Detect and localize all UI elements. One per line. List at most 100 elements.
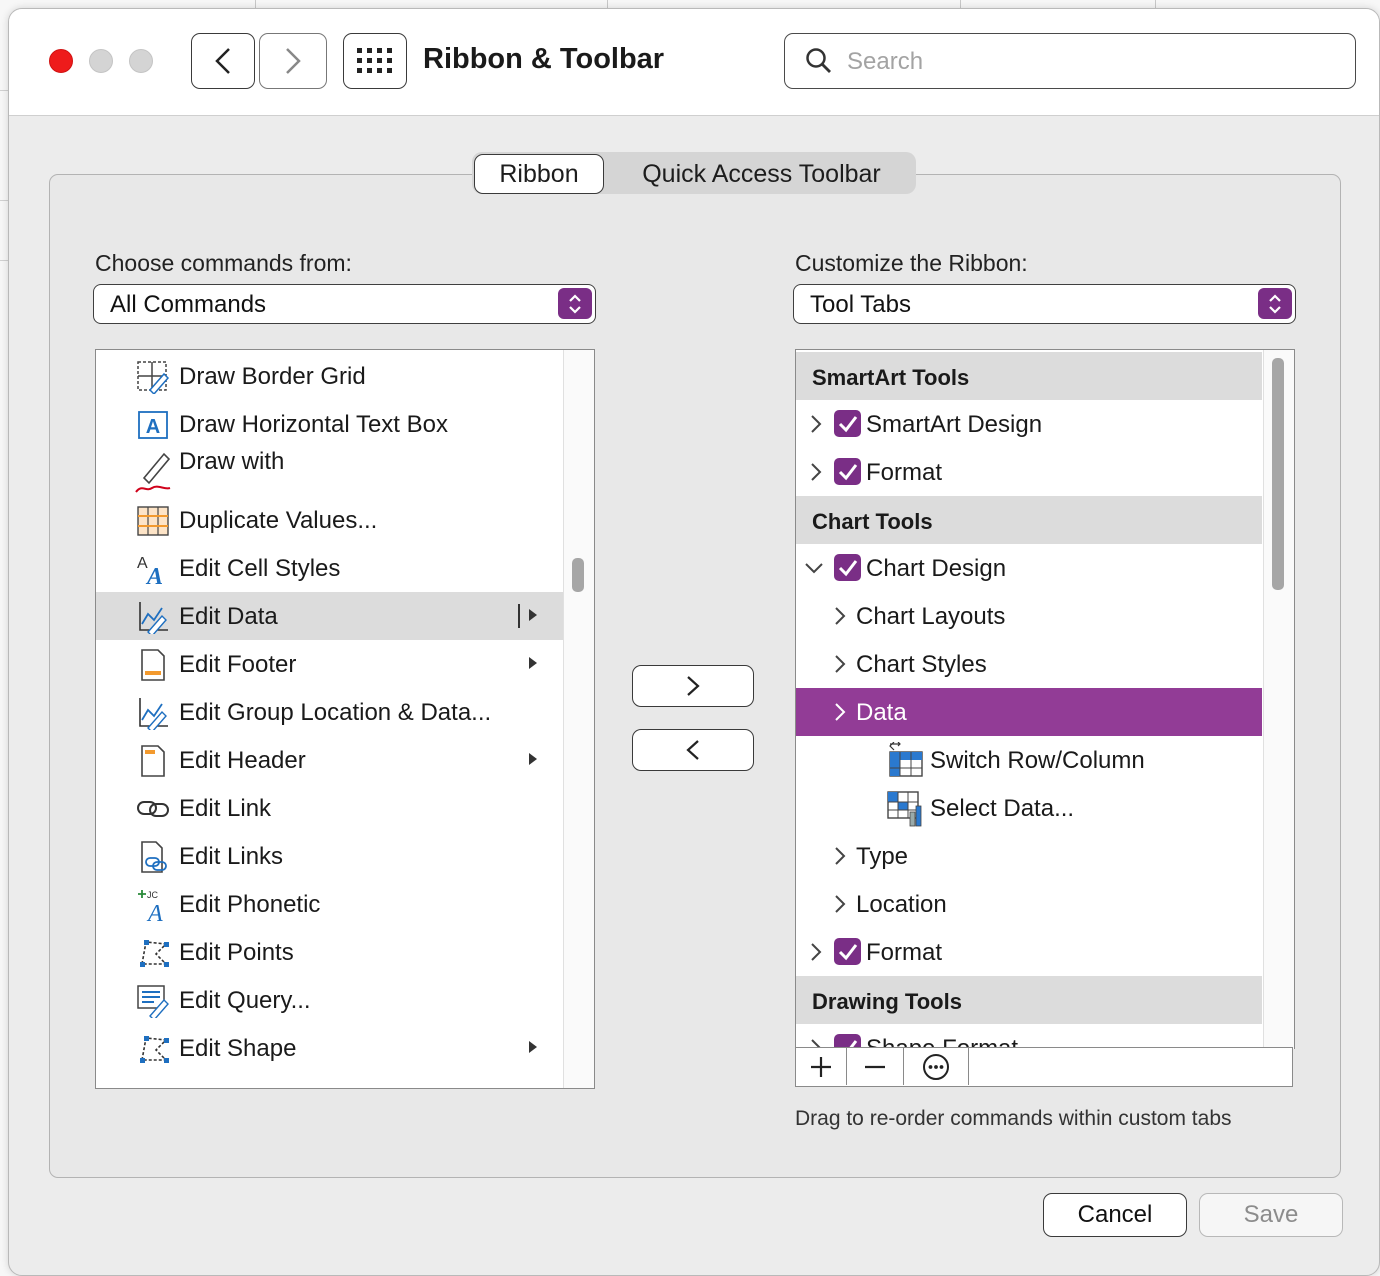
command-label: Edit Cell Styles — [179, 555, 341, 582]
command-label: Edit Group Location & Data... — [179, 699, 492, 726]
chevron-right-icon[interactable] — [834, 654, 846, 674]
search-input[interactable] — [845, 46, 1329, 78]
add-tab-button[interactable] — [796, 1048, 847, 1085]
list-item[interactable]: Edit Links — [96, 832, 564, 880]
chevron-right-icon[interactable] — [834, 846, 846, 866]
title-bar: Ribbon & Toolbar — [9, 9, 1379, 116]
more-options-button[interactable] — [904, 1048, 969, 1085]
list-item[interactable]: A Draw Horizontal Text Box — [96, 400, 564, 448]
list-item[interactable]: JC A Edit Phonetic — [96, 880, 564, 928]
chevron-right-icon[interactable] — [834, 702, 846, 722]
tab-checkbox[interactable] — [834, 554, 861, 581]
command-label: Duplicate Values... — [179, 507, 378, 534]
header-label: Chart Tools — [812, 509, 933, 534]
chevron-right-icon[interactable] — [834, 894, 846, 914]
list-item[interactable]: Edit Query... — [96, 976, 564, 1024]
text-box-icon: A — [138, 411, 168, 439]
ribbon-tabs-dropdown[interactable]: Tool Tabs — [793, 284, 1296, 324]
command-label: Draw Horizontal Text Box — [179, 411, 448, 438]
tab-ribbon[interactable]: Ribbon — [474, 154, 604, 194]
tab-label: Format — [866, 459, 943, 486]
minimize-window-button[interactable] — [89, 49, 113, 73]
tree-tab-row[interactable]: Chart Design — [796, 544, 1262, 592]
tree-group-row[interactable]: Type — [796, 832, 1262, 880]
chevron-right-icon[interactable] — [810, 414, 822, 434]
tab-checkbox[interactable] — [834, 938, 861, 965]
submenu-arrow-icon — [529, 609, 537, 621]
scrollbar-thumb[interactable] — [1272, 358, 1284, 590]
chevron-right-icon[interactable] — [834, 606, 846, 626]
list-item[interactable]: Duplicate Values... — [96, 496, 564, 544]
tree-group-header: Drawing Tools — [796, 976, 1262, 1024]
tree-group-row[interactable]: Chart Styles — [796, 640, 1262, 688]
tree-tab-row[interactable]: Format — [796, 928, 1262, 976]
list-item[interactable]: Edit Points — [96, 928, 564, 976]
pen-icon — [135, 452, 171, 493]
list-item[interactable]: Edit Shape — [96, 1024, 564, 1072]
tab-checkbox[interactable] — [834, 458, 861, 485]
list-item-selected[interactable]: Edit Data — [96, 592, 564, 640]
grid-icon — [357, 48, 392, 73]
remove-command-button[interactable] — [632, 729, 754, 771]
submenu-divider — [518, 604, 520, 628]
zoom-window-button[interactable] — [129, 49, 153, 73]
commands-list[interactable]: Draw Border Grid A Draw Horizontal Text … — [95, 349, 595, 1089]
tab-label: Chart Design — [866, 555, 1007, 582]
list-item[interactable]: Edit Footer — [96, 640, 564, 688]
chevron-right-icon[interactable] — [810, 462, 822, 482]
list-item[interactable]: Edit Link — [96, 784, 564, 832]
list-item[interactable]: Draw Border Grid — [96, 352, 564, 400]
tab-ribbon-label: Ribbon — [499, 159, 579, 188]
chevron-down-icon[interactable] — [804, 562, 824, 574]
back-button[interactable] — [191, 33, 255, 89]
svg-text:A: A — [145, 564, 163, 586]
submenu-arrow-icon — [529, 753, 537, 765]
footer-icon — [141, 649, 165, 681]
edit-data-icon — [139, 602, 168, 634]
save-button[interactable]: Save — [1199, 1193, 1343, 1237]
chevron-right-icon[interactable] — [810, 942, 822, 962]
tab-quick-access-toolbar[interactable]: Quick Access Toolbar — [609, 154, 914, 194]
tree-tab-row[interactable]: Shape Format — [796, 1024, 1262, 1049]
tab-checkbox[interactable] — [834, 410, 861, 437]
list-item[interactable]: Edit Group Location & Data... — [96, 688, 564, 736]
ribbon-tree-scrollbar[interactable] — [1263, 350, 1294, 1049]
commands-source-dropdown[interactable]: All Commands — [93, 284, 596, 324]
tab-qat-label: Quick Access Toolbar — [642, 159, 881, 188]
cancel-button[interactable]: Cancel — [1043, 1193, 1187, 1237]
tree-command-row[interactable]: Select Data... — [796, 784, 1262, 832]
command-label: Edit Query... — [179, 987, 311, 1014]
preferences-window: Ribbon & Toolbar Ribbon Quick Access Too… — [8, 8, 1380, 1276]
tree-command-row[interactable]: Switch Row/Column — [796, 736, 1262, 784]
command-label: Edit Shape — [179, 1035, 297, 1062]
tab-label: SmartArt Design — [866, 411, 1043, 438]
close-window-button[interactable] — [49, 49, 73, 73]
list-item[interactable]: A A Edit Cell Styles — [96, 544, 564, 592]
chevron-left-icon — [686, 740, 699, 760]
bg-column-divider — [960, 0, 961, 8]
tree-group-row[interactable]: Location — [796, 880, 1262, 928]
ribbon-tree[interactable]: SmartArt Tools SmartArt Design Format Ch… — [795, 349, 1295, 1049]
group-label: Chart Layouts — [856, 603, 1006, 630]
tree-group-row[interactable]: Chart Layouts — [796, 592, 1262, 640]
svg-text:A: A — [146, 416, 160, 438]
forward-button[interactable] — [259, 33, 327, 89]
cell-styles-icon: A A — [137, 555, 163, 586]
remove-tab-button[interactable] — [847, 1048, 904, 1085]
tree-group-row-selected[interactable]: Data — [796, 688, 1262, 736]
group-label: Data — [856, 699, 907, 726]
show-all-button[interactable] — [343, 33, 407, 89]
header-label: SmartArt Tools — [812, 365, 970, 390]
scrollbar-thumb[interactable] — [572, 558, 584, 592]
updown-arrows-icon — [1258, 288, 1292, 319]
checkmark-icon — [838, 463, 857, 480]
search-field[interactable] — [784, 33, 1356, 89]
bg-row-divider — [0, 260, 8, 261]
group-label: Location — [856, 891, 947, 918]
add-command-button[interactable] — [632, 665, 754, 707]
commands-scrollbar[interactable] — [563, 350, 594, 1088]
checkmark-icon — [838, 943, 857, 960]
tree-tab-row[interactable]: SmartArt Design — [796, 400, 1262, 448]
tree-tab-row[interactable]: Format — [796, 448, 1262, 496]
list-item[interactable]: Edit Header — [96, 736, 564, 784]
